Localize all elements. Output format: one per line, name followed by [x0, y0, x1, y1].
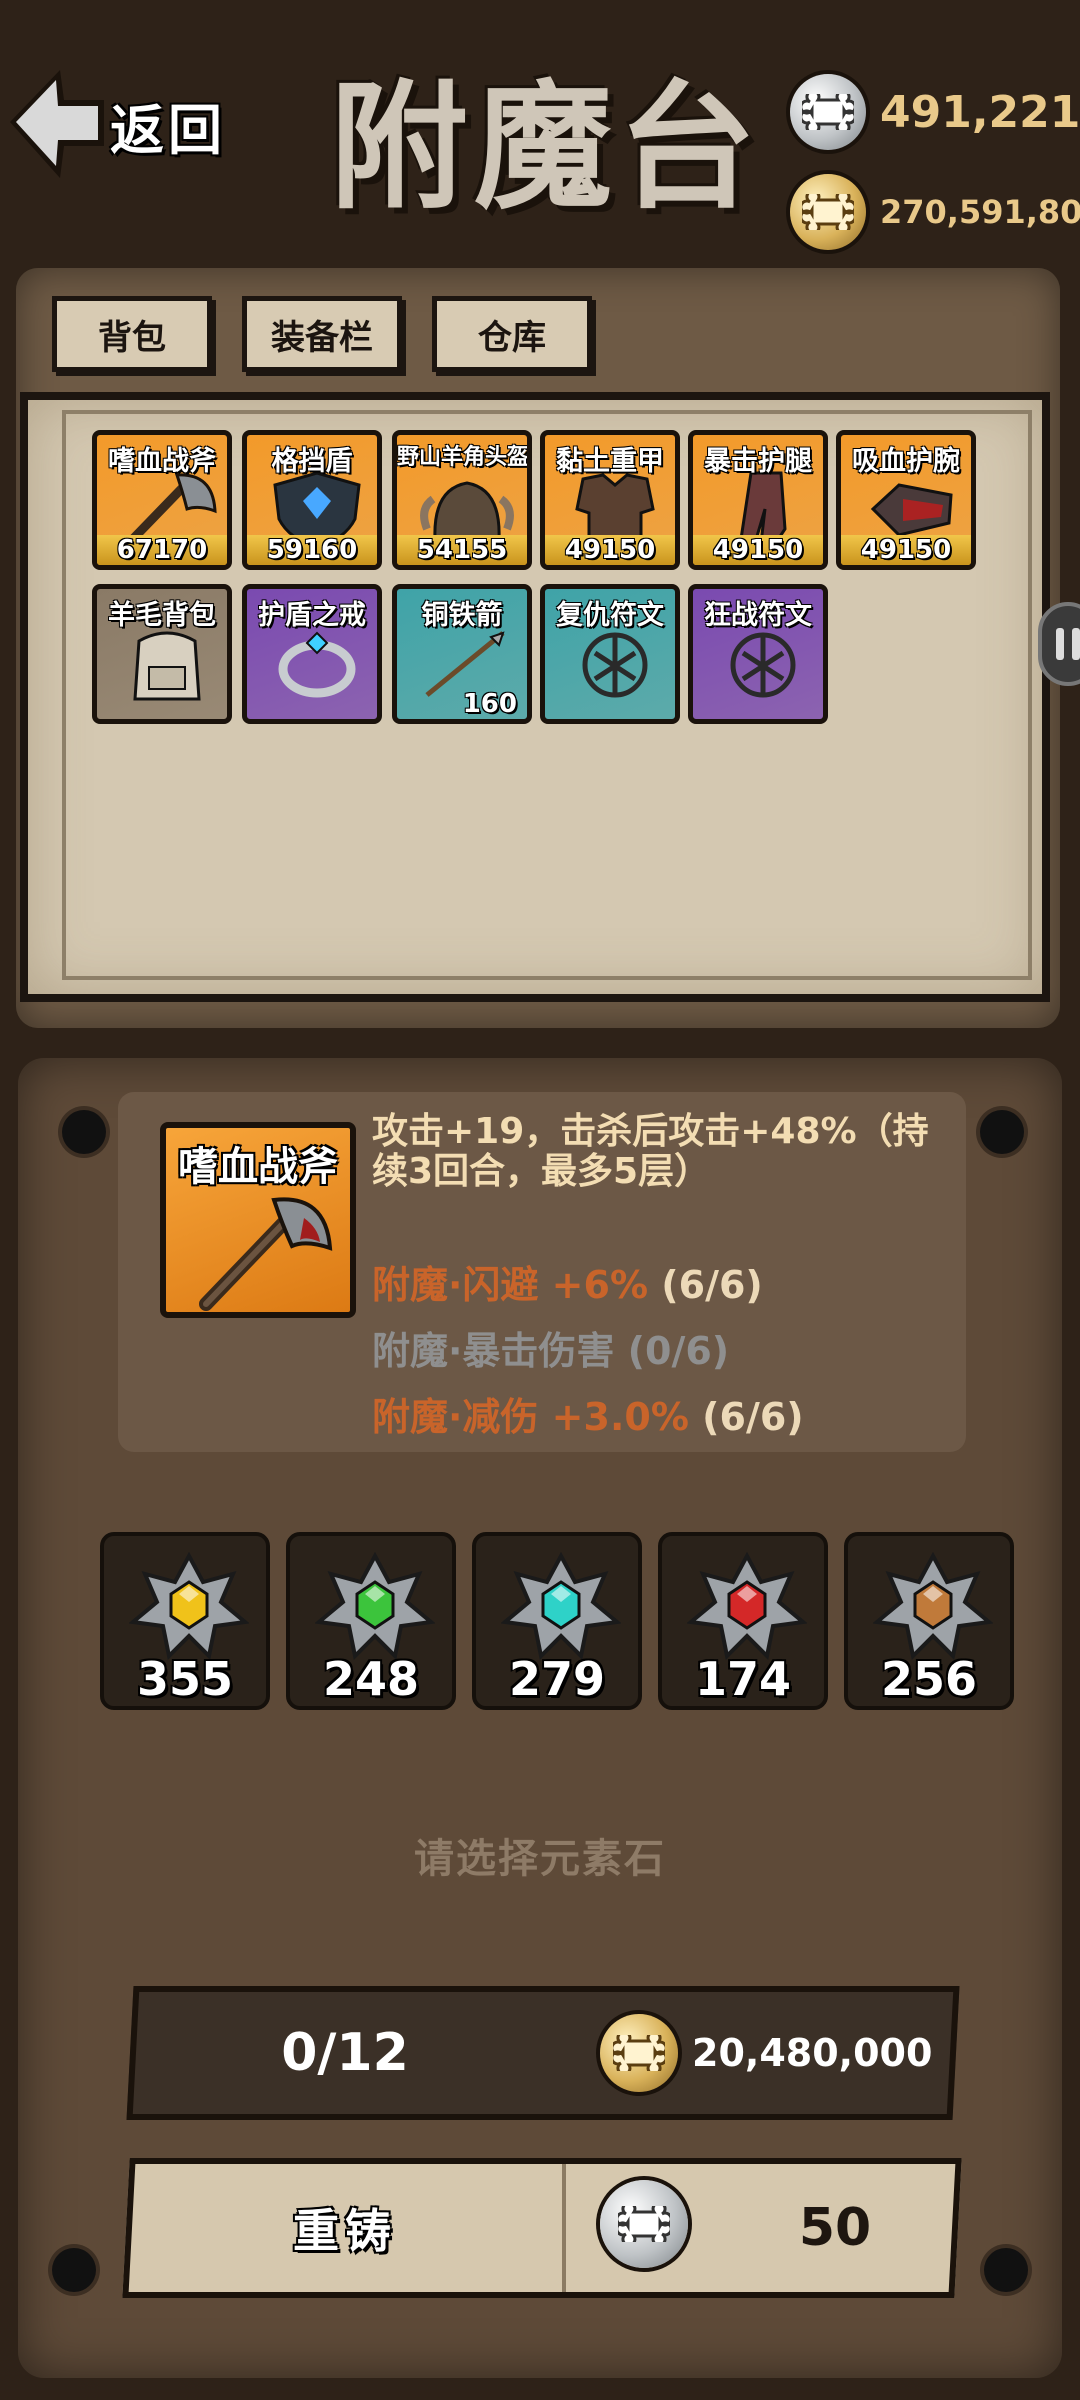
element-stone-icon	[687, 1552, 807, 1661]
enchant-line-damage-reduction: 附魔·减伤 +3.0% (6/6)	[372, 1386, 804, 1441]
silver-bone-coin-icon	[790, 74, 866, 150]
item-count: 54155	[397, 535, 527, 565]
element-stone-icon	[501, 1552, 621, 1661]
inventory-slot[interactable]: 复仇符文	[540, 584, 680, 724]
item-count: 49150	[545, 535, 675, 565]
gold-bone-coin-icon	[600, 2014, 678, 2092]
item-name: 狂战符文	[704, 600, 812, 631]
item-count: 67170	[97, 535, 227, 565]
item-name: 野山羊角头盔	[397, 445, 530, 470]
element-stone-icon	[873, 1552, 993, 1661]
silver-bone-coin-icon	[600, 2180, 688, 2268]
inventory-slot[interactable]: 黏土重甲 49150	[540, 430, 680, 570]
tab-equipment[interactable]: 装备栏	[242, 296, 402, 372]
gold-amount: 270,591,801	[880, 193, 1080, 231]
item-count: 59160	[247, 535, 377, 565]
rivet	[62, 1110, 106, 1154]
gold-bone-coin-icon	[790, 174, 866, 250]
axe-icon	[199, 1197, 333, 1311]
page-title: 附魔台	[330, 65, 763, 228]
tab-backpack[interactable]: 背包	[52, 296, 212, 372]
inventory-slot[interactable]: 狂战符文	[688, 584, 828, 724]
item-description: 攻击+19，击杀后攻击+48%（持续3回合，最多5层）	[372, 1111, 929, 1192]
inventory-slot[interactable]: 嗜血战斧 67170	[92, 430, 232, 570]
inventory-slot[interactable]: 护盾之戒	[242, 584, 382, 724]
enchant-progress: (0/6)	[614, 1329, 730, 1373]
select-stone-hint: 请选择元素石	[414, 1836, 666, 1882]
inventory-slot[interactable]: 野山羊角头盔 54155	[392, 430, 532, 570]
element-stone-count: 174	[694, 1652, 792, 1706]
item-name: 羊毛背包	[108, 600, 216, 631]
element-stone-slot[interactable]: 174	[658, 1532, 828, 1710]
reforge-progress: 0/12	[281, 2023, 409, 2083]
enchant-progress: (6/6)	[688, 1395, 804, 1439]
item-name: 复仇符文	[556, 600, 664, 631]
inventory-slot[interactable]: 羊毛背包	[92, 584, 232, 724]
inventory-slot[interactable]: 铜铁箭 160	[392, 584, 532, 724]
rune-icon	[730, 632, 796, 698]
item-name: 铜铁箭	[421, 600, 503, 631]
silver-currency: 491,221	[790, 72, 1080, 152]
element-stone-slot[interactable]: 279	[472, 1532, 642, 1710]
rune-icon	[582, 632, 648, 698]
reforge-divider	[562, 2164, 566, 2292]
item-count: 160	[462, 689, 517, 719]
back-button[interactable]: 返回	[0, 60, 230, 190]
item-name: 暴击护腿	[704, 446, 812, 477]
backpack-icon	[133, 631, 201, 701]
enchant-line-crit-damage: 附魔·暴击伤害 (0/6)	[372, 1320, 729, 1375]
element-stone-count: 279	[508, 1652, 606, 1706]
element-stone-slot[interactable]: 248	[286, 1532, 456, 1710]
enchant-name: 附魔·减伤	[372, 1395, 539, 1439]
element-stone-slot[interactable]: 256	[844, 1532, 1014, 1710]
rivet	[984, 2248, 1028, 2292]
item-name: 护盾之戒	[258, 600, 366, 631]
reforge-label: 重铸	[293, 2204, 397, 2258]
element-stone-icon	[129, 1552, 249, 1661]
selected-item-icon: 嗜血战斧	[160, 1122, 356, 1318]
element-stone-count: 256	[880, 1652, 978, 1706]
inventory-slot[interactable]: 格挡盾 59160	[242, 430, 382, 570]
element-stone-count: 248	[322, 1652, 420, 1706]
enchant-name: 附魔·暴击伤害	[372, 1329, 615, 1373]
item-name: 嗜血战斧	[108, 446, 216, 477]
item-name: 吸血护腕	[852, 446, 960, 477]
enchant-progress: (6/6)	[648, 1263, 763, 1307]
item-name: 黏土重甲	[556, 446, 664, 477]
element-stone-icon	[315, 1552, 435, 1661]
silver-amount: 491,221	[880, 86, 1080, 138]
inventory-slot[interactable]: 暴击护腿 49150	[688, 430, 828, 570]
back-arrow-icon	[10, 70, 104, 178]
back-label: 返回	[110, 98, 226, 162]
enchant-value: +6%	[538, 1263, 649, 1307]
item-count: 49150	[693, 535, 823, 565]
tab-warehouse[interactable]: 仓库	[432, 296, 592, 372]
element-stone-count: 355	[136, 1652, 234, 1706]
inventory-slot[interactable]: 吸血护腕 49150	[836, 430, 976, 570]
side-drawer-handle[interactable]	[1038, 602, 1080, 686]
item-count: 49150	[841, 535, 971, 565]
ring-icon	[278, 631, 356, 698]
gold-currency: 270,591,801	[790, 172, 1080, 252]
rivet	[52, 2248, 96, 2292]
gold-cost: 20,480,000	[692, 2031, 933, 2075]
element-stone-slot[interactable]: 355	[100, 1532, 270, 1710]
item-name: 格挡盾	[271, 446, 353, 477]
enchant-name: 附魔·闪避	[372, 1263, 539, 1307]
rivet	[980, 1110, 1024, 1154]
enchant-line-dodge: 附魔·闪避 +6% (6/6)	[372, 1254, 763, 1309]
reforge-silver-cost: 50	[798, 2198, 872, 2258]
enchant-value: +3.0%	[538, 1395, 689, 1439]
